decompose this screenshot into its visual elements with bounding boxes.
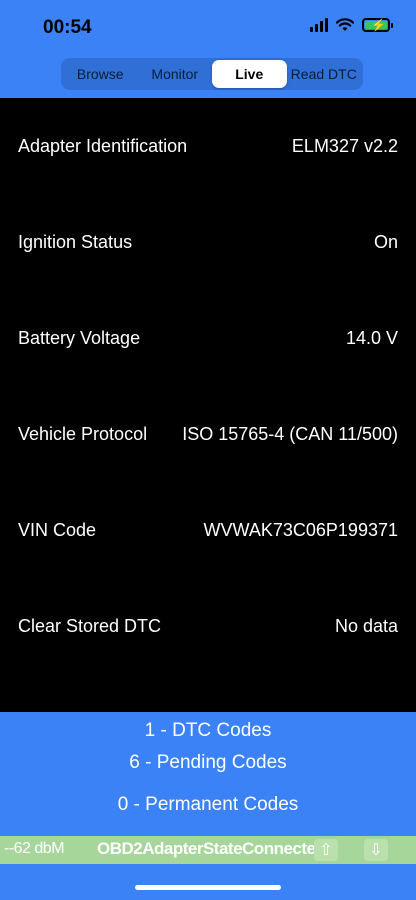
row-value: ISO 15765-4 (CAN 11/500) — [182, 423, 398, 444]
row-value: 14.0 V — [345, 327, 398, 348]
row-value: ELM327 v2.2 — [291, 135, 398, 156]
row-label: Clear Stored DTC — [18, 615, 162, 636]
row-ignition-status[interactable]: Ignition Status On — [0, 194, 416, 290]
row-adapter-identification[interactable]: Adapter Identification ELM327 v2.2 — [0, 98, 416, 194]
row-value: On — [373, 231, 398, 252]
tab-live[interactable]: Live — [212, 60, 287, 88]
tab-read-dtc[interactable]: Read DTC — [287, 60, 362, 88]
row-label: Ignition Status — [18, 231, 133, 252]
row-value: No data — [334, 615, 398, 636]
arrow-down-icon[interactable]: ⇩ — [364, 839, 388, 861]
charging-bolt-icon: ⚡ — [371, 18, 386, 32]
tab-monitor[interactable]: Monitor — [138, 60, 213, 88]
row-battery-voltage[interactable]: Battery Voltage 14.0 V — [0, 290, 416, 386]
mode-segmented-control: Browse Monitor Live Read DTC — [61, 58, 363, 90]
dtc-codes-count[interactable]: 1 - DTC Codes — [0, 720, 416, 742]
row-label: Adapter Identification — [18, 135, 188, 156]
row-value: WVWAK73C06P199371 — [203, 519, 398, 540]
status-icons: ⚡ — [310, 18, 393, 32]
row-label: Battery Voltage — [18, 327, 141, 348]
dtc-summary-panel: 1 - DTC Codes 6 - Pending Codes 0 - Perm… — [0, 712, 416, 900]
row-vin-code[interactable]: VIN Code WVWAK73C06P199371 — [0, 482, 416, 578]
tab-browse[interactable]: Browse — [63, 60, 138, 88]
arrow-up-icon[interactable]: ⇧ — [314, 839, 338, 861]
cellular-signal-icon — [310, 18, 328, 32]
row-label: VIN Code — [18, 519, 97, 540]
row-label: Vehicle Protocol — [18, 423, 148, 444]
connection-status-bar: --62 dbM OBD2AdapterStateConnected ⇧ ⇩ — [0, 836, 416, 864]
battery-icon: ⚡ — [362, 18, 393, 32]
adapter-state: OBD2AdapterStateConnected — [97, 839, 326, 858]
header: 00:54 ⚡ Browse Monitor Live Read DTC — [0, 0, 416, 98]
permanent-codes-count[interactable]: 0 - Permanent Codes — [0, 794, 416, 816]
status-bar: 00:54 ⚡ — [0, 0, 416, 56]
status-time: 00:54 — [43, 17, 92, 38]
wifi-icon — [336, 18, 354, 31]
live-data-list: Adapter Identification ELM327 v2.2 Ignit… — [0, 98, 416, 712]
home-indicator[interactable] — [135, 885, 281, 890]
row-vehicle-protocol[interactable]: Vehicle Protocol ISO 15765-4 (CAN 11/500… — [0, 386, 416, 482]
rssi-readout: --62 dbM — [4, 840, 65, 857]
row-clear-stored-dtc[interactable]: Clear Stored DTC No data — [0, 578, 416, 674]
pending-codes-count[interactable]: 6 - Pending Codes — [0, 752, 416, 774]
